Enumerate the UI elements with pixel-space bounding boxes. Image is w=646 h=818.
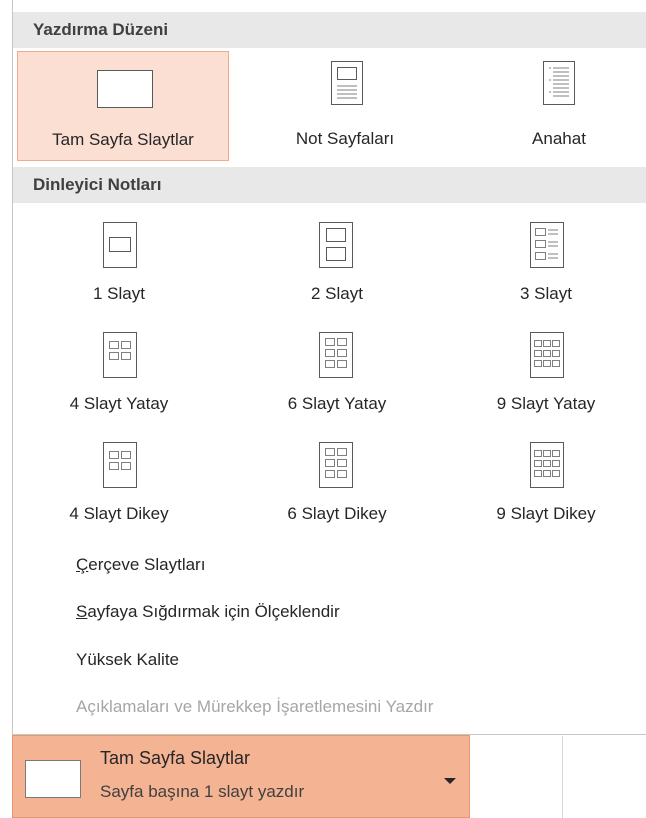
accelerator-key: S xyxy=(76,602,88,621)
handout-option-3-slides[interactable]: 3 Slayt xyxy=(440,214,646,314)
handout-option-1-slide[interactable]: 1 Slayt xyxy=(13,214,225,314)
full-page-slide-icon xyxy=(25,760,81,798)
menu-item-label: erçeve Slaytları xyxy=(88,555,206,574)
outline-icon xyxy=(543,61,575,105)
menu-item-frame-slides[interactable]: Çerçeve Slaytları xyxy=(76,555,205,575)
menu-item-high-quality[interactable]: Yüksek Kalite xyxy=(76,650,179,670)
handout-option-9-vertical[interactable]: 9 Slayt Dikey xyxy=(440,434,646,534)
option-label: 9 Slayt Dikey xyxy=(496,504,596,523)
section-heading-handouts: Dinleyici Notları xyxy=(13,167,646,203)
handout-2-icon xyxy=(319,222,353,268)
handout-1-icon xyxy=(103,222,137,268)
dropdown-title: Tam Sayfa Slaytlar xyxy=(100,748,251,768)
handout-option-4-horizontal[interactable]: 4 Slayt Yatay xyxy=(13,324,225,424)
dropdown-subtitle: Sayfa başına 1 slayt yazdır xyxy=(100,782,305,801)
option-label: Anahat xyxy=(532,129,586,148)
notes-page-icon xyxy=(331,61,363,105)
dropdown-arrow-icon xyxy=(444,778,456,784)
option-label: 6 Slayt Yatay xyxy=(287,394,387,413)
handout-option-6-horizontal[interactable]: 6 Slayt Yatay xyxy=(231,324,443,424)
option-notes-pages[interactable]: Not Sayfaları xyxy=(239,51,451,161)
handout-option-4-vertical[interactable]: 4 Slayt Dikey xyxy=(13,434,225,534)
option-label: 2 Slayt xyxy=(311,284,363,303)
handout-9-vertical-icon xyxy=(530,442,564,488)
menu-item-print-comments: Açıklamaları ve Mürekkep İşaretlemesini … xyxy=(76,697,434,716)
accelerator-key: Ç xyxy=(76,555,89,574)
handout-option-9-horizontal[interactable]: 9 Slayt Yatay xyxy=(440,324,646,424)
menu-item-scale-to-fit[interactable]: Sayfaya Sığdırmak için Ölçeklendir xyxy=(76,602,340,622)
option-label: Tam Sayfa Slaytlar xyxy=(52,130,194,149)
handout-option-6-vertical[interactable]: 6 Slayt Dikey xyxy=(231,434,443,534)
option-label: 4 Slayt Yatay xyxy=(69,394,169,413)
option-full-page-slides[interactable]: Tam Sayfa Slaytlar xyxy=(17,51,229,161)
handout-3-icon xyxy=(530,222,564,268)
print-layout-dropdown[interactable]: Tam Sayfa Slaytlar Sayfa başına 1 slayt … xyxy=(12,735,470,818)
option-label: Not Sayfaları xyxy=(295,129,395,148)
handout-option-2-slides[interactable]: 2 Slayt xyxy=(231,214,443,314)
option-label: 1 Slayt xyxy=(93,284,145,303)
handout-4-horizontal-icon xyxy=(103,332,137,378)
option-label: 3 Slayt xyxy=(520,284,572,303)
full-page-slide-icon xyxy=(97,70,153,108)
menu-item-label: ayfaya Sığdırmak için Ölçeklendir xyxy=(87,602,340,621)
handout-6-horizontal-icon xyxy=(319,332,353,378)
option-label: 9 Slayt Yatay xyxy=(496,394,596,413)
divider xyxy=(562,736,563,818)
option-outline[interactable]: Anahat xyxy=(453,51,646,161)
section-heading-print-layout: Yazdırma Düzeni xyxy=(13,12,646,48)
handout-4-vertical-icon xyxy=(103,442,137,488)
handout-6-vertical-icon xyxy=(319,442,353,488)
print-layout-menu: Yazdırma Düzeni Tam Sayfa Slaytlar Not S… xyxy=(12,0,646,735)
option-label: 4 Slayt Dikey xyxy=(69,504,169,523)
option-label: 6 Slayt Dikey xyxy=(287,504,387,523)
handout-9-horizontal-icon xyxy=(530,332,564,378)
